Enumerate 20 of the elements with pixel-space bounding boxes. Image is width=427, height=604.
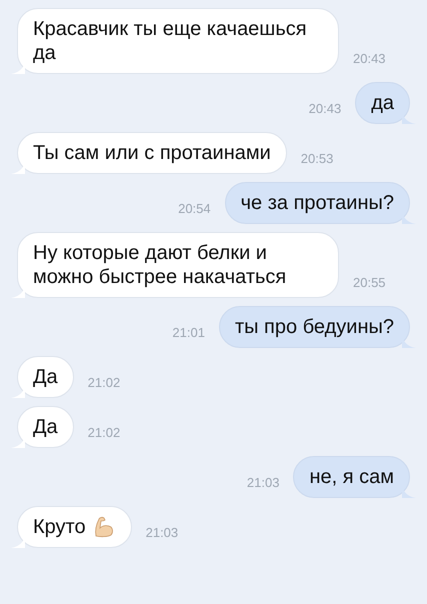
message-text: че за протаины? bbox=[240, 191, 394, 215]
message-text: Да bbox=[33, 415, 58, 439]
message-time: 20:53 bbox=[300, 151, 334, 166]
message-time: 21:01 bbox=[172, 325, 205, 340]
message-text: Ну которые дают белки и можно быстрее накачаться bbox=[33, 241, 288, 289]
message-text: да bbox=[371, 91, 394, 115]
message-time: 20:55 bbox=[353, 275, 386, 290]
message-time: 21:02 bbox=[88, 375, 120, 390]
message-time: 21:03 bbox=[246, 475, 280, 490]
message-time: 21:02 bbox=[88, 425, 120, 440]
message-time: 20:43 bbox=[308, 101, 342, 116]
message-text: Круто bbox=[33, 515, 86, 539]
message-text: Ты сам или с протаинами bbox=[33, 141, 271, 165]
message-text: ты про бедуины? bbox=[234, 315, 394, 339]
message-text: не, я сам bbox=[309, 465, 394, 489]
message-time: 20:43 bbox=[353, 51, 386, 66]
message-time: 20:54 bbox=[178, 201, 211, 216]
message-time: 21:03 bbox=[146, 525, 178, 540]
message-text: Красавчик ты еще качаешься да bbox=[33, 17, 308, 65]
message-text: Да bbox=[33, 365, 58, 389]
